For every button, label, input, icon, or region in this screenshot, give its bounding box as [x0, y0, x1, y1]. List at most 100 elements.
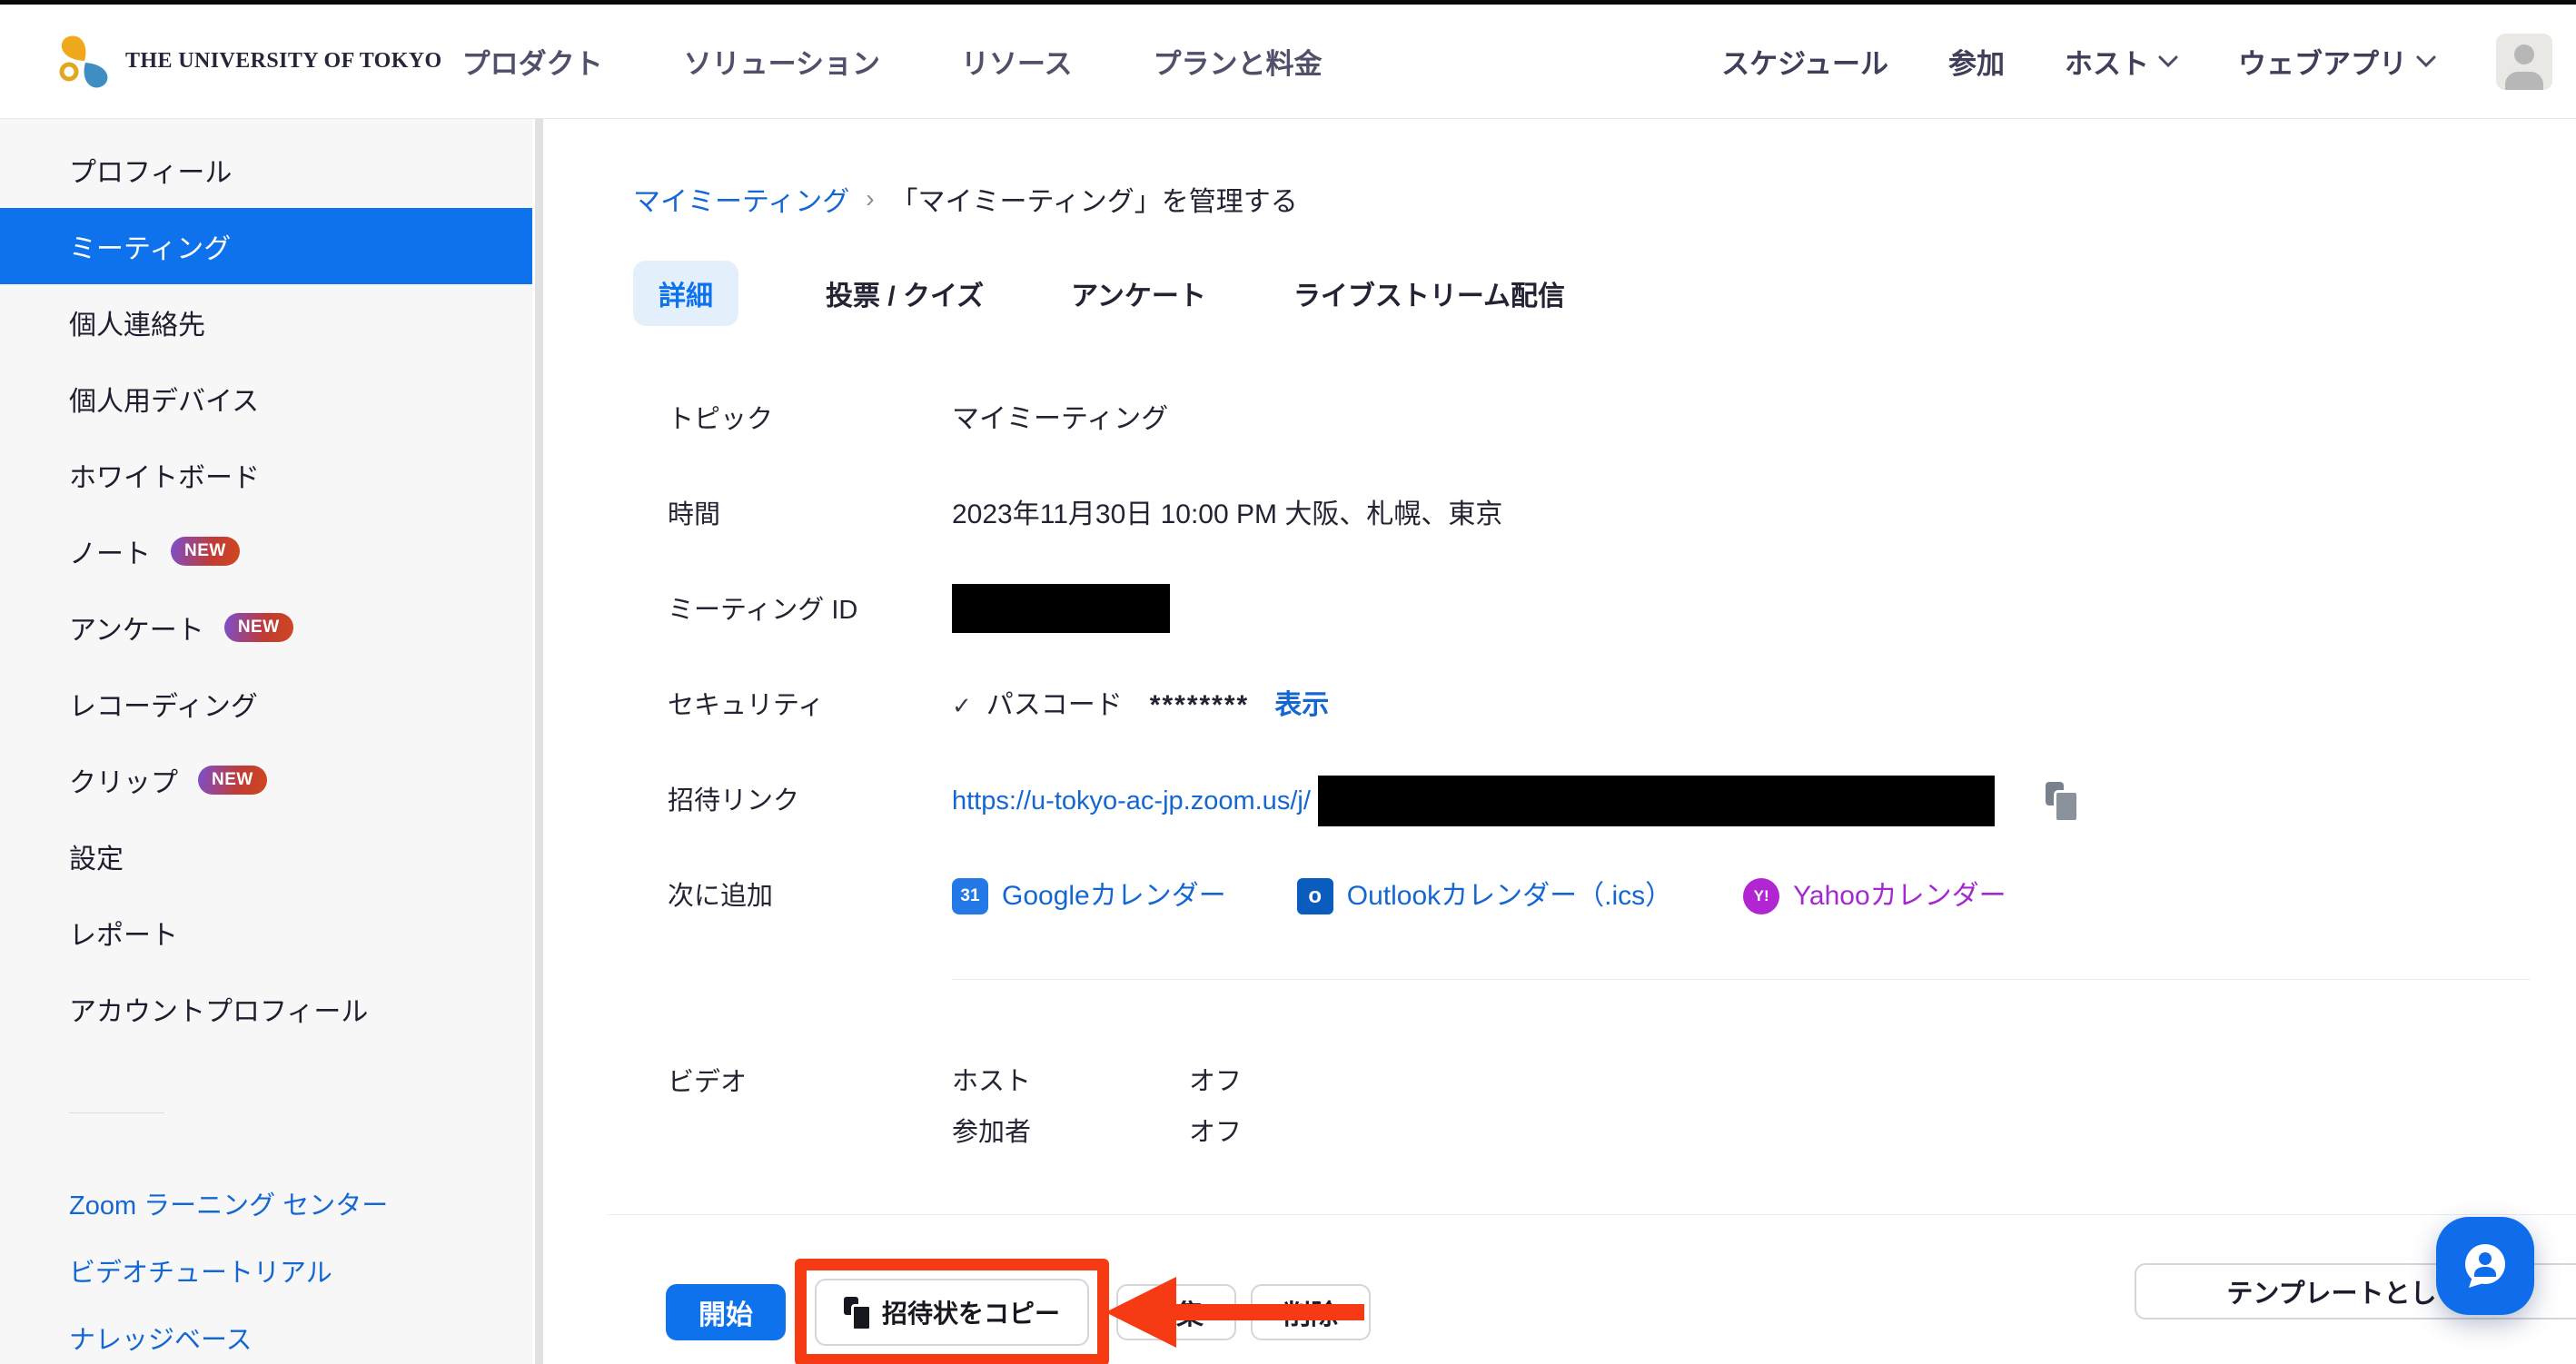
video-participant-value: オフ: [1189, 1107, 1242, 1158]
copy-icon: [844, 1297, 869, 1328]
sidebar-item-profile[interactable]: プロフィール: [0, 132, 532, 208]
nav-webapp-menu[interactable]: ウェブアプリ: [2238, 41, 2436, 82]
avatar-person-icon: [2505, 72, 2543, 90]
video-host-row: ホスト オフ: [952, 1056, 1242, 1107]
sidebar-link-knowledge-base[interactable]: ナレッジベース: [0, 1304, 532, 1364]
sidebar-link-video-tutorials[interactable]: ビデオチュートリアル: [0, 1237, 532, 1304]
sidebar-item-label: ノート: [69, 531, 151, 571]
new-badge: NEW: [171, 537, 240, 566]
main-content: マイミーティング › 「マイミーティング」を管理する 詳細 投票 / クイズ ア…: [545, 119, 2576, 1364]
copy-invitation-label: 招待状をコピー: [882, 1294, 1060, 1330]
sidebar-item-clips[interactable]: クリップNEW: [0, 742, 532, 818]
sidebar-item-personal-devices[interactable]: 個人用デバイス: [0, 361, 532, 437]
nav-plans-pricing[interactable]: プランと料金: [1153, 41, 1322, 82]
chevron-down-icon: [2158, 55, 2178, 68]
add-to-label: 次に追加: [633, 870, 952, 923]
sidebar-item-label: 設定: [69, 836, 124, 876]
tab-livestream[interactable]: ライブストリーム配信: [1293, 273, 1565, 313]
video-participant-label: 参加者: [952, 1107, 1189, 1158]
meeting-id-label: ミーティング ID: [633, 584, 952, 637]
tab-details[interactable]: 詳細: [633, 261, 738, 326]
sidebar-item-surveys[interactable]: アンケート NEW: [0, 589, 532, 666]
sidebar-item-meetings[interactable]: ミーティング: [0, 208, 532, 284]
tab-polls-quizzes[interactable]: 投票 / クイズ: [826, 273, 984, 313]
topic-label: トピック: [633, 393, 952, 446]
detail-row-invite-link: 招待リンク https://u-tokyo-ac-jp.zoom.us/j/: [633, 775, 2576, 827]
delete-button[interactable]: 削除: [1251, 1284, 1371, 1340]
start-button[interactable]: 開始: [666, 1284, 786, 1340]
breadcrumb-separator: ›: [866, 184, 874, 213]
invite-link-label: 招待リンク: [633, 775, 952, 827]
add-outlook-calendar[interactable]: o Outlookカレンダー（.ics）: [1297, 870, 1672, 923]
sidebar-item-label: ミーティング: [69, 226, 231, 266]
sidebar-item-label: レポート: [69, 913, 178, 953]
video-participant-row: 参加者 オフ: [952, 1107, 1242, 1158]
nav-schedule[interactable]: スケジュール: [1721, 41, 1888, 82]
sidebar-item-label: プロフィール: [69, 150, 232, 190]
meeting-details: トピック マイミーティング 時間 2023年11月30日 10:00 PM 大阪…: [633, 393, 2576, 923]
sidebar-item-label: レコーディング: [69, 684, 258, 724]
sidebar-item-reports[interactable]: レポート: [0, 895, 532, 971]
breadcrumb-current: 「マイミーティング」を管理する: [891, 179, 1298, 219]
yahoo-calendar-icon: Y!: [1743, 878, 1779, 914]
sidebar-scrollbar[interactable]: [535, 119, 543, 1364]
header: THE UNIVERSITY OF TOKYO プロダクト ソリューション リソ…: [0, 5, 2576, 119]
utokyo-ginkgo-icon: [54, 33, 113, 91]
sidebar-links: Zoom ラーニング センター ビデオチュートリアル ナレッジベース: [0, 1170, 532, 1364]
passcode-mask: ********: [1150, 679, 1249, 732]
nav-host-menu[interactable]: ホスト: [2065, 41, 2178, 82]
breadcrumb: マイミーティング › 「マイミーティング」を管理する: [633, 179, 2576, 219]
primary-nav: プロダクト ソリューション リソース プランと料金: [462, 41, 1323, 82]
chevron-down-icon: [2416, 55, 2436, 68]
meeting-id-redacted: [952, 584, 1170, 633]
sidebar: プロフィール ミーティング 個人連絡先 個人用デバイス ホワイトボード ノート N…: [0, 119, 532, 1364]
nav-resources[interactable]: リソース: [961, 41, 1072, 82]
user-avatar[interactable]: [2496, 34, 2552, 90]
time-value: 2023年11月30日 10:00 PM 大阪、札幌、東京: [952, 489, 1502, 541]
video-label: ビデオ: [633, 1056, 952, 1158]
nav-solutions[interactable]: ソリューション: [684, 41, 880, 82]
account-nav: スケジュール 参加 ホスト ウェブアプリ: [1721, 34, 2552, 90]
invite-link-redacted: [1318, 776, 1995, 826]
passcode-label: パスコード: [986, 679, 1123, 732]
breadcrumb-my-meetings[interactable]: マイミーティング: [633, 179, 849, 219]
google-calendar-label: Googleカレンダー: [1002, 870, 1226, 923]
detail-row-add-to: 次に追加 31 Googleカレンダー o Outlookカレンダー（.ics）…: [633, 870, 2576, 923]
support-chat-button[interactable]: [2436, 1217, 2534, 1315]
show-passcode-link[interactable]: 表示: [1274, 679, 1329, 732]
utokyo-logo-text: THE UNIVERSITY OF TOKYO: [125, 49, 442, 74]
tab-survey[interactable]: アンケート: [1071, 273, 1206, 313]
outlook-calendar-label: Outlookカレンダー（.ics）: [1347, 870, 1672, 923]
outlook-calendar-icon: o: [1297, 878, 1333, 914]
utokyo-logo[interactable]: THE UNIVERSITY OF TOKYO: [54, 33, 442, 91]
detail-row-topic: トピック マイミーティング: [633, 393, 2576, 446]
footer-divider: [608, 1214, 2576, 1215]
sidebar-item-settings[interactable]: 設定: [0, 818, 532, 895]
edit-button[interactable]: 編集: [1116, 1284, 1236, 1340]
sidebar-item-recordings[interactable]: レコーディング: [0, 666, 532, 742]
nav-products[interactable]: プロダクト: [462, 41, 603, 82]
sidebar-link-learning-center[interactable]: Zoom ラーニング センター: [0, 1170, 532, 1237]
sidebar-item-personal-contacts[interactable]: 個人連絡先: [0, 284, 532, 361]
invite-link-url[interactable]: https://u-tokyo-ac-jp.zoom.us/j/: [952, 775, 1311, 827]
meeting-tabs: 詳細 投票 / クイズ アンケート ライブストリーム配信: [633, 261, 2576, 326]
add-google-calendar[interactable]: 31 Googleカレンダー: [952, 870, 1226, 923]
sidebar-item-label: アカウントプロフィール: [69, 989, 368, 1029]
sidebar-item-label: アンケート: [69, 608, 204, 647]
sidebar-gutter: [532, 119, 545, 1364]
sidebar-item-whiteboard[interactable]: ホワイトボード: [0, 437, 532, 513]
nav-host-label: ホスト: [2065, 41, 2149, 82]
checkmark-icon: ✓: [952, 679, 972, 732]
sidebar-item-account-profile[interactable]: アカウントプロフィール: [0, 971, 532, 1047]
copy-link-icon[interactable]: [2046, 782, 2076, 820]
security-label: セキュリティ: [633, 679, 952, 732]
new-badge: NEW: [224, 613, 293, 642]
yahoo-calendar-label: Yahooカレンダー: [1793, 870, 2006, 923]
copy-invitation-button[interactable]: 招待状をコピー: [815, 1279, 1089, 1346]
sidebar-item-label: 個人連絡先: [69, 302, 205, 342]
nav-join[interactable]: 参加: [1948, 41, 2005, 82]
nav-webapp-label: ウェブアプリ: [2238, 41, 2407, 82]
sidebar-divider: [69, 1112, 164, 1113]
sidebar-item-notes[interactable]: ノート NEW: [0, 513, 532, 589]
add-yahoo-calendar[interactable]: Y! Yahooカレンダー: [1743, 870, 2006, 923]
